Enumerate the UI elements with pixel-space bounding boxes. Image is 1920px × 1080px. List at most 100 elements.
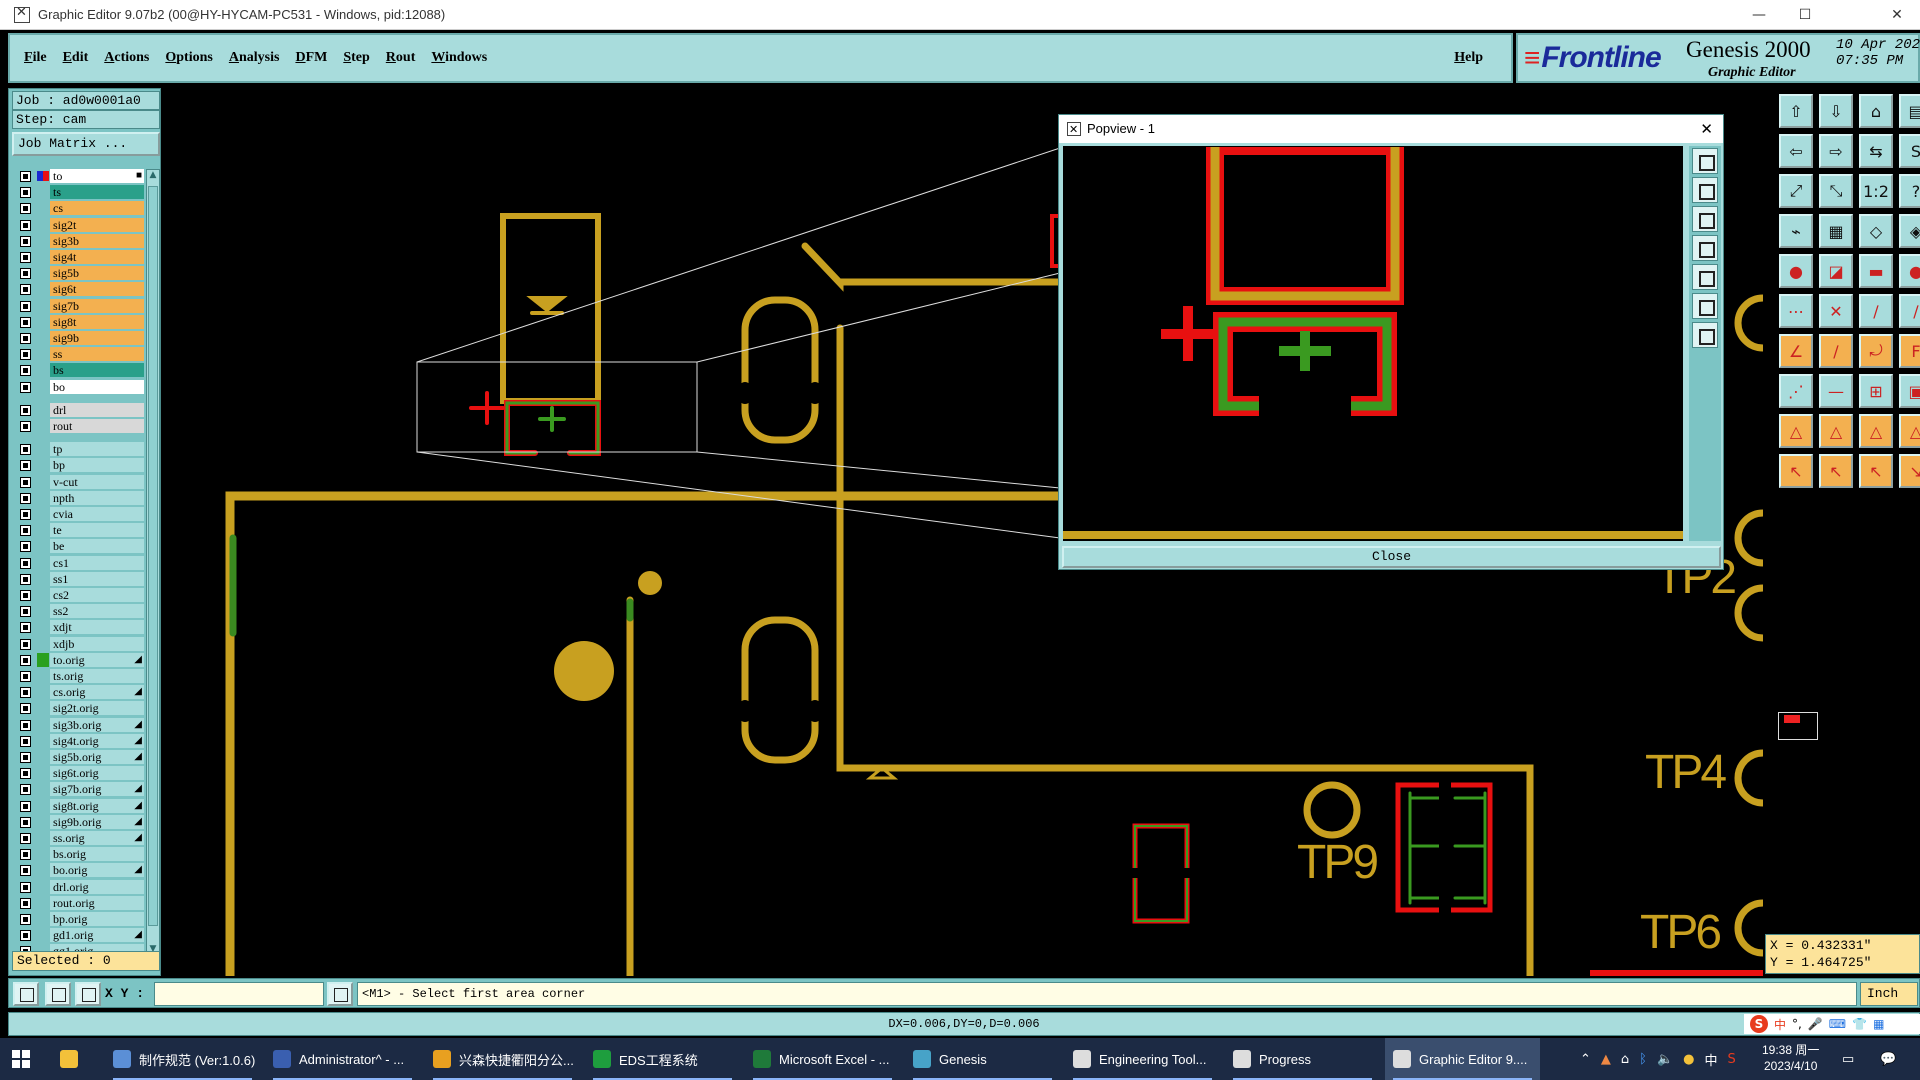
layer-checkbox[interactable] (20, 525, 31, 537)
draw-tool-icon[interactable]: ◪ (1819, 254, 1853, 288)
layer-row[interactable]: bo (12, 379, 144, 394)
ime-skin-icon[interactable]: 👕 (1852, 1017, 1867, 1031)
select-tool-icon[interactable]: ↖ (1819, 454, 1853, 488)
select-net-tool-icon[interactable]: ↖ (1859, 454, 1893, 488)
layer-checkbox[interactable] (20, 300, 31, 312)
taskbar-clock[interactable]: 19:38 周一 2023/4/10 (1762, 1042, 1819, 1074)
layer-checkbox[interactable] (20, 219, 31, 231)
layer-row[interactable]: be (12, 539, 144, 554)
layer-row[interactable]: xdjb (12, 636, 144, 651)
taskbar-app[interactable]: Administrator^ - ... (265, 1038, 420, 1080)
tray-chevron-icon[interactable]: ⌃ (1580, 1052, 1591, 1067)
layer-name[interactable]: cs2 (50, 588, 144, 602)
layer-checkbox[interactable] (20, 444, 31, 456)
layer-checkbox[interactable] (20, 606, 31, 618)
grid-tool-icon[interactable]: ▦ (1819, 214, 1853, 248)
layer-row[interactable]: sig5b (12, 266, 144, 281)
move-tool-icon[interactable]: ↘ (1899, 454, 1920, 488)
layer-row[interactable]: sig4t.orig ◢ (12, 733, 144, 748)
layer-row[interactable]: drl.orig (12, 879, 144, 894)
layer-checkbox[interactable] (20, 316, 31, 328)
close-window-button[interactable]: ✕ (1874, 0, 1920, 30)
layer-checkbox[interactable] (20, 816, 31, 828)
menu-file[interactable]: File (24, 50, 47, 66)
show-desktop-icon[interactable]: 💬 (1880, 1038, 1910, 1080)
layer-row[interactable]: ss2 (12, 604, 144, 619)
angle-tool-icon[interactable]: ∠ (1779, 334, 1813, 368)
layer-row[interactable]: ss (12, 347, 144, 362)
layer-row[interactable]: bp (12, 458, 144, 473)
layer-row[interactable]: cs.orig ◢ (12, 685, 144, 700)
taskbar-app[interactable]: Microsoft Excel - ... (745, 1038, 900, 1080)
layer-row[interactable]: sig3b (12, 233, 144, 248)
layer-name[interactable]: xdjb (50, 636, 144, 651)
pad-tool-icon[interactable]: ● (1779, 254, 1813, 288)
line-tool-icon[interactable]: ▬ (1859, 254, 1893, 288)
layer-checkbox[interactable] (20, 421, 31, 432)
layer-row[interactable]: ts.orig (12, 669, 144, 683)
layer-name[interactable]: ss2 (50, 604, 144, 619)
popview-zoom-home-icon[interactable] (1692, 322, 1718, 348)
layer-name[interactable]: bp (50, 458, 144, 473)
menu-windows[interactable]: Windows (431, 50, 487, 66)
layer-row[interactable]: to ■ (12, 169, 144, 183)
layer-checkbox[interactable] (20, 849, 31, 861)
slash2-tool-icon[interactable]: ∕ (1899, 294, 1920, 328)
layer-name[interactable]: to.orig ◢ (50, 652, 144, 667)
file-explorer-icon[interactable] (60, 1038, 90, 1080)
layer-name[interactable]: ss.orig ◢ (50, 831, 144, 845)
layer-checkbox[interactable] (20, 833, 31, 844)
layer-row[interactable]: sig7b (12, 298, 144, 313)
layer-row[interactable]: sig8t.orig ◢ (12, 798, 144, 813)
layer-checkbox[interactable] (20, 768, 31, 780)
layer-name[interactable]: cs (50, 201, 144, 216)
layer-name[interactable]: drl (50, 402, 144, 417)
layer-row[interactable]: sig4t (12, 250, 144, 264)
menu-rout[interactable]: Rout (386, 50, 416, 66)
ime-mic-icon[interactable]: 🎤 (1808, 1017, 1823, 1031)
tray-app2-icon[interactable]: ● (1683, 1052, 1694, 1067)
layer-name[interactable]: bp.orig (50, 912, 144, 926)
layer-name[interactable]: be (50, 539, 144, 554)
layer-row[interactable]: bs.orig (12, 847, 144, 862)
layer-name[interactable]: ss1 (50, 571, 144, 586)
layers-tool-icon[interactable]: ▤ (1899, 94, 1920, 128)
tray-app-icon[interactable]: ▲ (1601, 1052, 1611, 1067)
layer-name[interactable]: rout (50, 419, 144, 433)
taskbar-app[interactable]: EDS工程系统 (585, 1038, 740, 1080)
menu-edit[interactable]: Edit (63, 50, 89, 66)
ime-mode-label[interactable]: 中 (1774, 1016, 1786, 1033)
layer-name[interactable]: sig7b (50, 298, 144, 313)
ratio-tool-icon[interactable]: 1:2 (1859, 174, 1893, 208)
ime-keyboard-icon[interactable]: ⌨ (1829, 1017, 1846, 1031)
layer-row[interactable]: npth (12, 490, 144, 505)
pan-right-tool-icon[interactable]: ⇨ (1819, 134, 1853, 168)
menu-actions[interactable]: Actions (104, 50, 149, 66)
zoom-in-tool-icon[interactable]: ⇧ (1779, 94, 1813, 128)
layer-row[interactable]: sig6t (12, 282, 144, 297)
popview-close-icon[interactable]: ✕ (1700, 115, 1713, 143)
layer-name[interactable]: bs.orig (50, 847, 144, 862)
layer-checkbox[interactable] (20, 930, 31, 942)
layer-name[interactable]: v-cut (50, 474, 144, 489)
text-cursor-icon[interactable] (327, 982, 353, 1006)
layer-name[interactable]: sig6t.orig (50, 766, 144, 781)
layer-scrollbar[interactable]: ▲ ▼ (146, 169, 160, 959)
layer-checkbox[interactable] (20, 333, 31, 344)
popview-pan-left-icon[interactable] (1692, 235, 1718, 261)
layer-row[interactable]: to.orig ◢ (12, 652, 144, 667)
layer-row[interactable]: sig8t (12, 314, 144, 329)
layer-checkbox[interactable] (20, 381, 31, 393)
tri1-tool-icon[interactable]: △ (1779, 414, 1813, 448)
layer-checkbox[interactable] (20, 671, 31, 682)
popview-close-button[interactable]: Close (1062, 546, 1721, 568)
tri2-tool-icon[interactable]: △ (1819, 414, 1853, 448)
menu-help[interactable]: Help (1454, 50, 1483, 66)
layer-name[interactable]: sig5b.orig ◢ (50, 750, 144, 764)
layer-checkbox[interactable] (20, 284, 31, 296)
layer-row[interactable]: ss.orig ◢ (12, 831, 144, 845)
layer-name[interactable]: to ■ (50, 169, 144, 183)
layer-row[interactable]: sig7b.orig ◢ (12, 782, 144, 797)
layer-name[interactable]: bo.orig ◢ (50, 863, 144, 878)
layer-row[interactable]: te (12, 523, 144, 538)
